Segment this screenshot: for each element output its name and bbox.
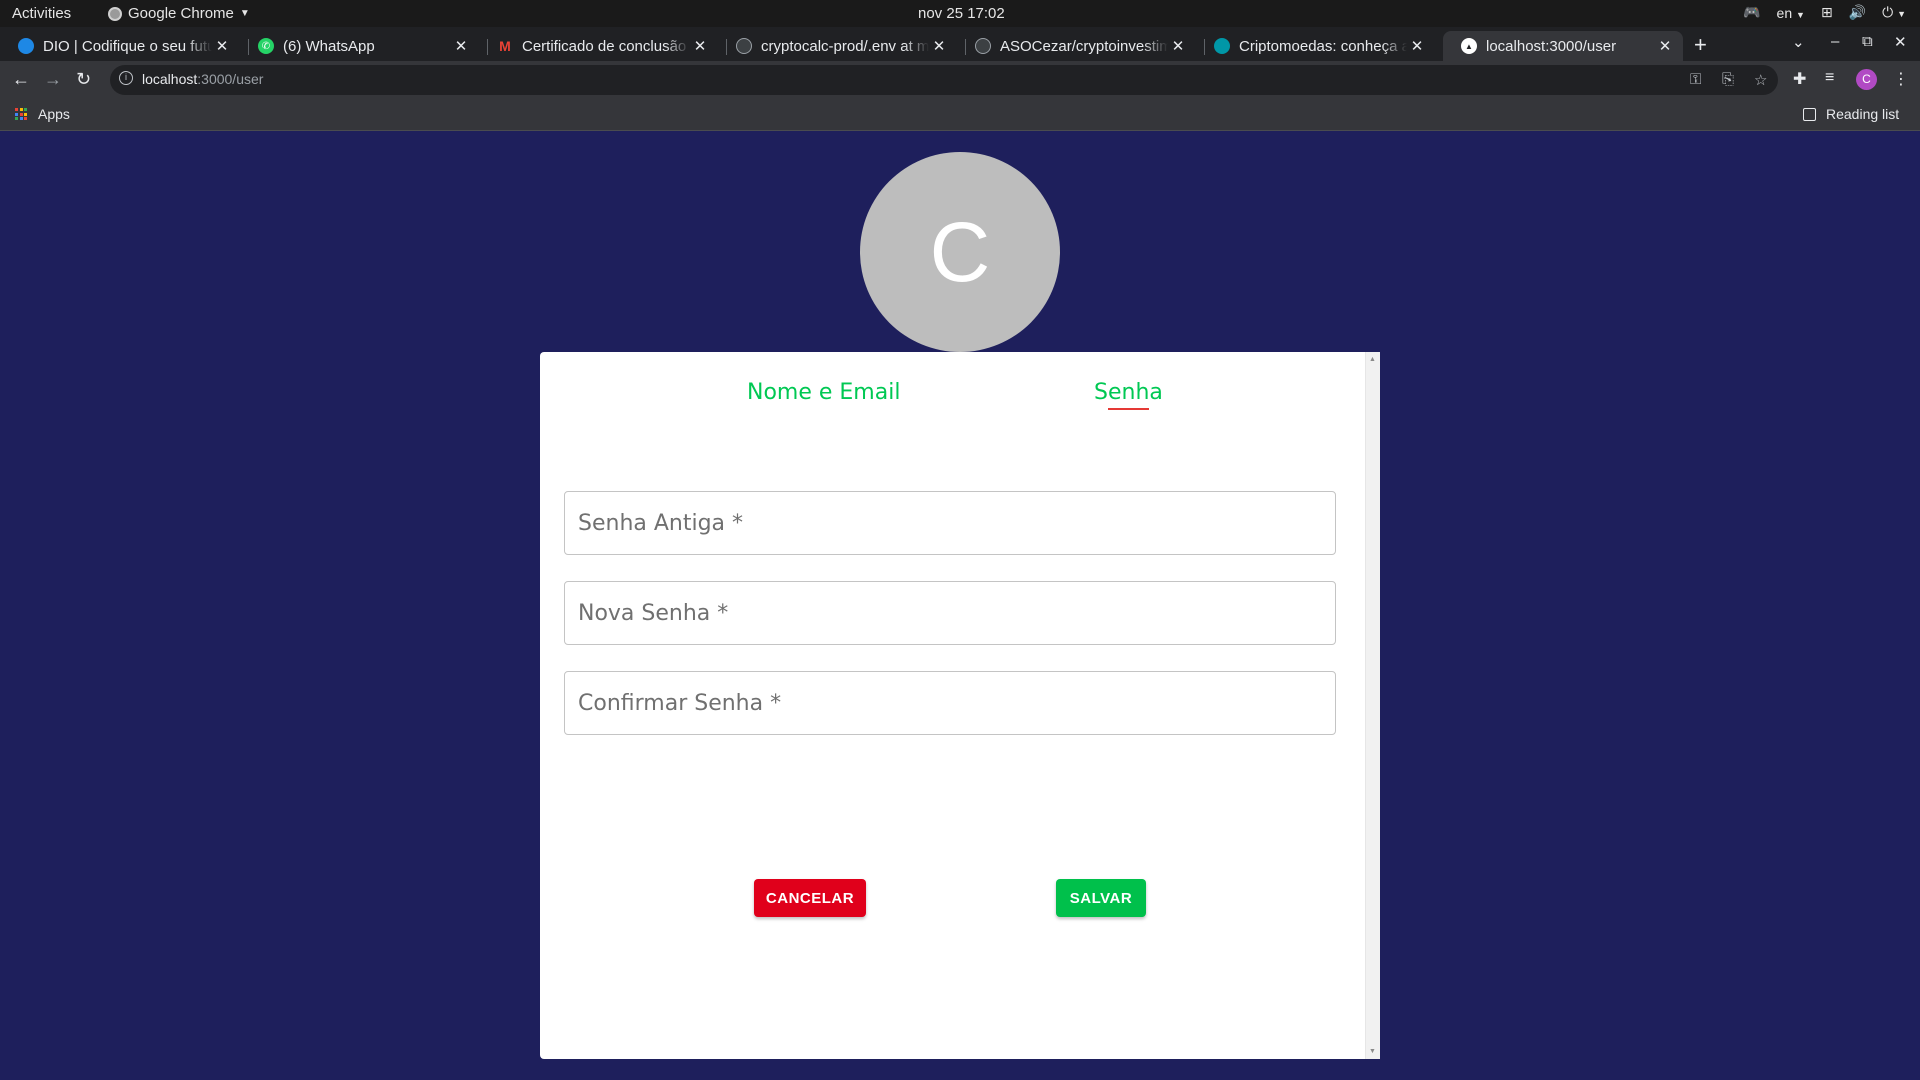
site-favicon-icon bbox=[1214, 38, 1230, 54]
user-avatar: C bbox=[860, 152, 1060, 352]
new-tab-button[interactable]: + bbox=[1694, 32, 1707, 58]
save-button[interactable]: SALVAR bbox=[1056, 879, 1146, 917]
language-indicator[interactable]: en ▼ bbox=[1777, 5, 1805, 21]
browser-tab[interactable]: cryptocalc-prod/.env at main ✕ bbox=[718, 31, 957, 61]
tab-title: (6) WhatsApp bbox=[283, 37, 375, 55]
tab-title: cryptocalc-prod/.env at main bbox=[761, 37, 929, 55]
browser-tab-strip: DIO | Codifique o seu futuro ✕ ✆ (6) Wha… bbox=[0, 27, 1920, 61]
site-info-icon[interactable]: i bbox=[119, 71, 133, 85]
discord-icon[interactable]: 🎮 bbox=[1743, 4, 1760, 21]
old-password-input[interactable] bbox=[565, 492, 1335, 554]
github-favicon-icon bbox=[975, 38, 991, 54]
tab-title: localhost:3000/user bbox=[1486, 37, 1617, 55]
browser-toolbar: ← → ↻ i localhost:3000/user ⚿ ⎘ ☆ ✚ ≡ C … bbox=[0, 61, 1920, 98]
clock[interactable]: nov 25 17:02 bbox=[918, 5, 1005, 22]
url-text[interactable]: localhost:3000/user bbox=[142, 71, 263, 87]
volume-icon[interactable]: 🔊 bbox=[1849, 4, 1866, 21]
card-scrollbar[interactable]: ▲ ▼ bbox=[1365, 352, 1380, 1059]
url-host: localhost bbox=[142, 71, 198, 87]
restore-icon[interactable]: ⧉ bbox=[1862, 33, 1873, 50]
url-path: :3000/user bbox=[197, 71, 264, 87]
system-tray: 🎮 en ▼ ⊞ 🔊 ⏻ ▼ bbox=[1743, 4, 1906, 21]
back-icon[interactable]: ← bbox=[12, 69, 30, 90]
close-window-icon[interactable]: ✕ bbox=[1894, 33, 1907, 51]
forward-icon[interactable]: → bbox=[44, 69, 62, 90]
profile-form-card: Nome e Email Senha CANCELAR SALVAR ▲ ▼ bbox=[540, 352, 1380, 1059]
system-top-bar: Activities Google Chrome ▼ nov 25 17:02 … bbox=[0, 0, 1920, 27]
close-tab-icon[interactable]: ✕ bbox=[1407, 37, 1427, 55]
chrome-icon bbox=[108, 6, 122, 21]
confirm-password-field bbox=[564, 671, 1336, 735]
browser-tab[interactable]: ASOCezar/cryptoinvestimentos ✕ bbox=[957, 31, 1196, 61]
close-tab-icon[interactable]: ✕ bbox=[1655, 37, 1675, 55]
activities-button[interactable]: Activities bbox=[12, 5, 71, 22]
network-icon[interactable]: ⊞ bbox=[1821, 4, 1833, 21]
gmail-favicon-icon: M bbox=[499, 38, 511, 54]
close-tab-icon[interactable]: ✕ bbox=[1168, 37, 1188, 55]
form-tabs: Nome e Email Senha bbox=[540, 380, 1365, 420]
apps-bookmark[interactable]: Apps bbox=[38, 106, 70, 122]
browser-tab[interactable]: M Certificado de conclusão ✕ bbox=[479, 31, 718, 61]
media-control-icon[interactable]: ≡ bbox=[1825, 69, 1834, 87]
minimize-icon[interactable]: – bbox=[1831, 33, 1839, 50]
tab-password-label: Senha bbox=[1094, 380, 1163, 405]
language-label: en bbox=[1776, 4, 1793, 21]
browser-tab[interactable]: Criptomoedas: conheça as ✕ bbox=[1196, 31, 1435, 61]
tab-password[interactable]: Senha bbox=[1094, 380, 1163, 410]
caret-down-icon: ▼ bbox=[239, 8, 250, 19]
browser-tab[interactable]: DIO | Codifique o seu futuro ✕ bbox=[0, 31, 240, 61]
tab-search-icon[interactable]: ⌄ bbox=[1792, 33, 1805, 51]
apps-grid-icon[interactable] bbox=[15, 108, 27, 120]
active-tab-indicator bbox=[1108, 408, 1149, 410]
app-menu[interactable]: Google Chrome ▼ bbox=[108, 5, 250, 22]
bookmarks-bar: Apps Reading list bbox=[0, 98, 1920, 131]
power-icon[interactable]: ⏻ ▼ bbox=[1882, 4, 1906, 21]
new-password-input[interactable] bbox=[565, 582, 1335, 644]
nextjs-favicon-icon: ▲ bbox=[1461, 38, 1477, 54]
confirm-password-input[interactable] bbox=[565, 672, 1335, 734]
scroll-up-arrow-icon[interactable]: ▲ bbox=[1369, 356, 1376, 363]
cancel-button[interactable]: CANCELAR bbox=[754, 879, 866, 917]
close-tab-icon[interactable]: ✕ bbox=[929, 37, 949, 55]
close-tab-icon[interactable]: ✕ bbox=[212, 37, 232, 55]
translate-icon[interactable]: ⎘ bbox=[1722, 71, 1734, 88]
github-favicon-icon bbox=[736, 38, 752, 54]
tab-title: ASOCezar/cryptoinvestimentos bbox=[1000, 37, 1168, 55]
reading-list-icon[interactable] bbox=[1803, 108, 1816, 121]
scroll-down-arrow-icon[interactable]: ▼ bbox=[1369, 1048, 1376, 1055]
old-password-field bbox=[564, 491, 1336, 555]
browser-tab[interactable]: ✆ (6) WhatsApp ✕ bbox=[240, 31, 479, 61]
close-tab-icon[interactable]: ✕ bbox=[690, 37, 710, 55]
tab-title: DIO | Codifique o seu futuro bbox=[43, 37, 212, 55]
bookmark-star-icon[interactable]: ☆ bbox=[1754, 71, 1767, 89]
caret-down-icon: ▼ bbox=[1796, 9, 1805, 20]
menu-icon[interactable]: ⋮ bbox=[1893, 69, 1909, 89]
app-name: Google Chrome bbox=[128, 5, 234, 22]
whatsapp-favicon-icon: ✆ bbox=[258, 38, 274, 54]
new-password-field bbox=[564, 581, 1336, 645]
tab-title: Criptomoedas: conheça as bbox=[1239, 37, 1407, 55]
caret-down-icon: ▼ bbox=[1897, 9, 1906, 19]
address-bar[interactable]: i localhost:3000/user ⚿ ⎘ ☆ bbox=[110, 65, 1778, 95]
key-icon[interactable]: ⚿ bbox=[1690, 71, 1701, 88]
profile-avatar[interactable]: C bbox=[1856, 69, 1877, 90]
reading-list-button[interactable]: Reading list bbox=[1826, 106, 1899, 122]
dio-favicon-icon bbox=[18, 38, 34, 54]
tab-title: Certificado de conclusão bbox=[522, 37, 687, 55]
tab-name-email[interactable]: Nome e Email bbox=[747, 380, 900, 405]
browser-tab-active[interactable]: ▲ localhost:3000/user ✕ bbox=[1443, 31, 1683, 61]
close-tab-icon[interactable]: ✕ bbox=[451, 37, 471, 55]
reload-icon[interactable]: ↻ bbox=[76, 69, 91, 90]
extensions-icon[interactable]: ✚ bbox=[1793, 69, 1806, 89]
